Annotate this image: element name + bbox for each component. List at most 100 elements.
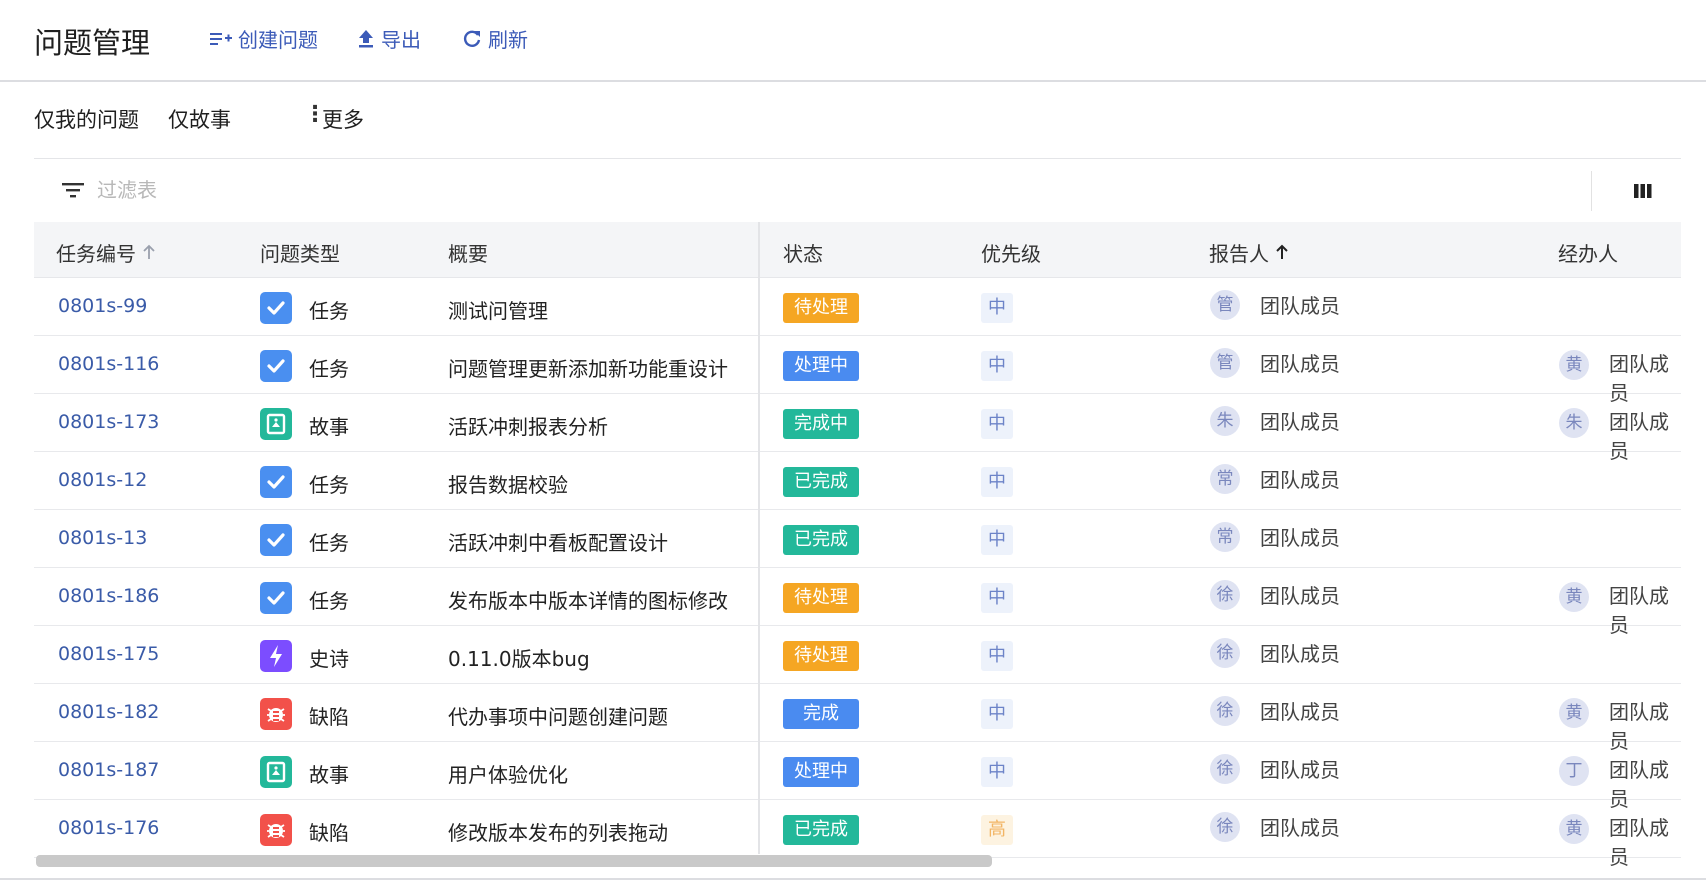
table-row[interactable]: 0801s-176 缺陷 修改版本发布的列表拖动 已完成高徐团队成员黄团队成员: [34, 800, 1681, 869]
reporter-name: 团队成员: [1260, 526, 1340, 550]
reporter-avatar: 徐: [1210, 812, 1240, 842]
status-badge[interactable]: 处理中: [783, 757, 859, 787]
column-header-assignee[interactable]: 经办人: [1558, 238, 1618, 267]
task-id-link[interactable]: 0801s-182: [58, 701, 159, 723]
task-id-link[interactable]: 0801s-12: [58, 469, 147, 491]
task-check-icon: [260, 292, 292, 324]
reporter-avatar: 朱: [1210, 406, 1240, 436]
status-badge[interactable]: 完成中: [783, 409, 859, 439]
stories-only-filter[interactable]: 仅故事: [168, 104, 231, 134]
table-row[interactable]: 0801s-186 任务 发布版本中版本详情的图标修改 待处理中徐团队成员黄团队成员: [34, 568, 1681, 637]
column-header-status[interactable]: 状态: [783, 238, 823, 267]
bug-icon: [260, 814, 292, 846]
issue-type-label: 任务: [309, 531, 349, 555]
quick-filter-bar: 仅我的问题 仅故事 ⋮ 更多: [0, 82, 1706, 158]
status-badge[interactable]: 完成: [783, 699, 859, 729]
export-button[interactable]: 导出: [357, 24, 421, 53]
task-id-link[interactable]: 0801s-186: [58, 585, 159, 607]
task-id-link[interactable]: 0801s-173: [58, 411, 159, 433]
priority-badge[interactable]: 中: [981, 583, 1013, 613]
reporter-name: 团队成员: [1260, 294, 1340, 318]
status-badge[interactable]: 待处理: [783, 293, 859, 323]
issue-type-label: 缺陷: [309, 705, 349, 729]
priority-badge[interactable]: 中: [981, 351, 1013, 381]
task-id-link[interactable]: 0801s-116: [58, 353, 159, 375]
task-id-link[interactable]: 0801s-13: [58, 527, 147, 549]
priority-badge[interactable]: 中: [981, 699, 1013, 729]
issue-summary[interactable]: 发布版本中版本详情的图标修改: [448, 585, 728, 614]
column-header-priority[interactable]: 优先级: [981, 238, 1041, 267]
task-id-link[interactable]: 0801s-176: [58, 817, 159, 839]
issue-summary[interactable]: 修改版本发布的列表拖动: [448, 817, 668, 846]
status-badge[interactable]: 待处理: [783, 641, 859, 671]
column-header-task-id[interactable]: 任务编号: [56, 238, 156, 267]
priority-badge[interactable]: 中: [981, 409, 1013, 439]
issue-summary[interactable]: 代办事项中问题创建问题: [448, 701, 668, 730]
priority-badge[interactable]: 中: [981, 641, 1013, 671]
filter-input[interactable]: [97, 173, 697, 207]
issue-summary[interactable]: 测试问管理: [448, 295, 548, 324]
table-row[interactable]: 0801s-175 史诗 0.11.0版本bug 待处理 中 徐团队成员: [34, 626, 1681, 684]
priority-badge[interactable]: 中: [981, 293, 1013, 323]
create-issue-button[interactable]: 创建问题: [210, 24, 318, 53]
reporter-name: 团队成员: [1260, 410, 1340, 434]
reporter-avatar: 徐: [1210, 696, 1240, 726]
issue-type-label: 故事: [309, 763, 349, 787]
more-button[interactable]: 更多: [322, 104, 364, 134]
issue-type-label: 任务: [309, 473, 349, 497]
table-row[interactable]: 0801s-99 任务 测试问管理 待处理 中 管团队成员: [34, 278, 1681, 336]
bottom-border: [0, 878, 1706, 880]
issue-summary[interactable]: 活跃冲刺中看板配置设计: [448, 527, 668, 556]
column-header-summary[interactable]: 概要: [448, 238, 488, 267]
status-badge[interactable]: 已完成: [783, 467, 859, 497]
status-badge[interactable]: 已完成: [783, 525, 859, 555]
task-id-link[interactable]: 0801s-99: [58, 295, 147, 317]
issue-summary[interactable]: 报告数据校验: [448, 469, 568, 498]
assignee-avatar: 丁: [1559, 756, 1589, 786]
assignee-avatar: 黄: [1559, 350, 1589, 380]
sort-up-icon[interactable]: [142, 241, 156, 265]
task-id-link[interactable]: 0801s-187: [58, 759, 159, 781]
upload-icon: [357, 29, 375, 49]
table-row[interactable]: 0801s-182 缺陷 代办事项中问题创建问题 完成中徐团队成员黄团队成员: [34, 684, 1681, 753]
create-list-icon: [210, 30, 232, 48]
issue-summary[interactable]: 问题管理更新添加新功能重设计: [448, 353, 728, 382]
status-badge[interactable]: 待处理: [783, 583, 859, 613]
table-row[interactable]: 0801s-116 任务 问题管理更新添加新功能重设计 处理中中管团队成员黄团队成员: [34, 336, 1681, 405]
table-row[interactable]: 0801s-173 故事 活跃冲刺报表分析 完成中中朱团队成员朱团队成员: [34, 394, 1681, 463]
column-settings-icon[interactable]: [1634, 183, 1652, 202]
task-check-icon: [260, 582, 292, 614]
reporter-avatar: 管: [1210, 290, 1240, 320]
task-check-icon: [260, 350, 292, 382]
issue-summary[interactable]: 活跃冲刺报表分析: [448, 411, 608, 440]
priority-badge[interactable]: 高: [981, 815, 1013, 845]
my-issues-filter[interactable]: 仅我的问题: [34, 104, 139, 134]
column-header-type[interactable]: 问题类型: [260, 238, 340, 267]
task-check-icon: [260, 524, 292, 556]
table-row[interactable]: 0801s-187 故事 用户体验优化 处理中中徐团队成员丁团队成员: [34, 742, 1681, 811]
story-bookmark-icon: [260, 408, 292, 440]
issue-type-label: 任务: [309, 357, 349, 381]
column-header-reporter[interactable]: 报告人: [1209, 238, 1289, 267]
issue-summary[interactable]: 0.11.0版本bug: [448, 643, 590, 672]
refresh-button[interactable]: 刷新: [462, 24, 528, 53]
filter-icon[interactable]: [62, 181, 84, 203]
horizontal-scrollbar[interactable]: [36, 855, 992, 867]
sort-up-active-icon[interactable]: [1275, 241, 1289, 265]
priority-badge[interactable]: 中: [981, 525, 1013, 555]
table-row[interactable]: 0801s-13 任务 活跃冲刺中看板配置设计 已完成 中 常团队成员: [34, 510, 1681, 568]
status-badge[interactable]: 处理中: [783, 351, 859, 381]
reporter-avatar: 徐: [1210, 754, 1240, 784]
table-row[interactable]: 0801s-12 任务 报告数据校验 已完成 中 常团队成员: [34, 452, 1681, 510]
reporter-name: 团队成员: [1260, 816, 1340, 840]
status-badge[interactable]: 已完成: [783, 815, 859, 845]
reporter-avatar: 徐: [1210, 580, 1240, 610]
assignee-avatar: 朱: [1559, 408, 1589, 438]
issue-summary[interactable]: 用户体验优化: [448, 759, 568, 788]
priority-badge[interactable]: 中: [981, 757, 1013, 787]
task-id-link[interactable]: 0801s-175: [58, 643, 159, 665]
issue-type-label: 故事: [309, 415, 349, 439]
column-header-reporter-label: 报告人: [1209, 242, 1269, 266]
reporter-avatar: 常: [1210, 464, 1240, 494]
priority-badge[interactable]: 中: [981, 467, 1013, 497]
